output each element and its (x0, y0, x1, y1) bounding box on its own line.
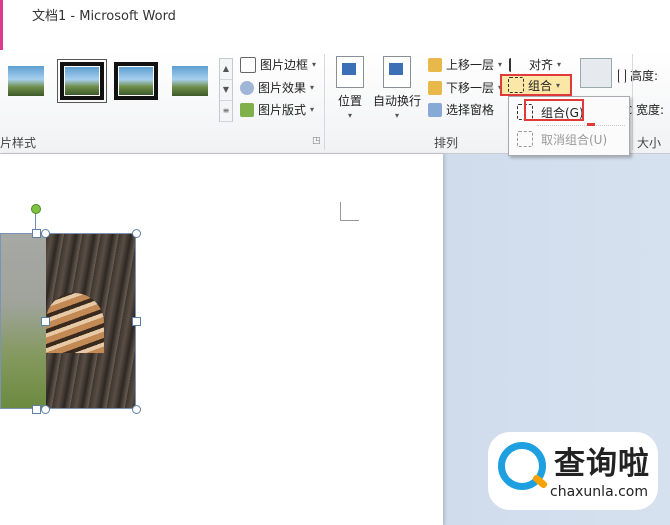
resize-handle[interactable] (132, 405, 141, 414)
selection-pane-button[interactable]: 选择窗格 (428, 101, 494, 118)
resize-handle[interactable] (32, 229, 41, 238)
picture-effects-icon (240, 80, 254, 95)
picture-layout-button[interactable]: 图片版式 ▾ (240, 101, 314, 118)
resize-handle[interactable] (32, 405, 41, 414)
watermark-url: chaxunla.com (550, 484, 648, 500)
style-thumb-1[interactable] (4, 62, 48, 100)
menu-item-ungroup: 取消组合(U) (511, 127, 627, 151)
resize-handle[interactable] (132, 317, 141, 326)
selection-pane-icon (428, 102, 442, 117)
picture-effects-button[interactable]: 图片效果 ▾ (240, 79, 314, 96)
height-icon (618, 68, 626, 83)
align-button[interactable]: 对齐 ▾ (509, 56, 561, 73)
group-label-arrange: 排列 (434, 136, 459, 150)
gallery-down-icon[interactable]: ▼ (220, 80, 232, 101)
ungroup-icon (517, 131, 533, 147)
align-icon (509, 57, 525, 72)
wrap-text-icon (383, 56, 411, 88)
send-backward-icon (428, 80, 442, 95)
resize-handle[interactable] (132, 229, 141, 238)
picture-border-button[interactable]: 图片边框 ▾ (240, 56, 316, 73)
resize-handle[interactable] (41, 229, 50, 238)
bring-forward-button[interactable]: 上移一层 ▾ (428, 56, 502, 73)
selection-border (0, 233, 136, 409)
watermark-text: 查询啦 (554, 446, 650, 482)
window-title: 文档1 - Microsoft Word (32, 9, 176, 24)
watermark: 查询啦 chaxunla.com (488, 432, 658, 510)
crop-icon[interactable] (580, 58, 612, 88)
wrap-text-button[interactable]: 自动换行 ▾ (372, 56, 422, 120)
picture-layout-icon (240, 102, 254, 117)
title-bar: 文档1 - Microsoft Word (0, 0, 670, 50)
group-icon (508, 77, 524, 93)
position-icon (336, 56, 364, 88)
group-button[interactable]: 组合 ▾ (500, 74, 572, 96)
resize-handle[interactable] (41, 405, 50, 414)
picture-border-icon (240, 56, 256, 73)
search-icon-tail (531, 473, 549, 490)
resize-handle[interactable] (41, 317, 50, 326)
gallery-scroll[interactable]: ▲ ▼ ≡ (219, 58, 233, 122)
send-backward-button[interactable]: 下移一层▾ (428, 79, 502, 96)
group-separator (632, 54, 633, 150)
margin-corner-mark (340, 202, 359, 221)
bring-forward-icon (428, 57, 442, 72)
highlight-box (524, 99, 584, 121)
dialog-launcher-icon[interactable]: ◳ (312, 136, 321, 146)
title-accent (0, 0, 3, 50)
group-label-size: 大小 (637, 136, 662, 150)
gallery-more-icon[interactable]: ≡ (220, 101, 232, 122)
group-separator (324, 54, 325, 150)
highlight-mark (587, 123, 595, 126)
style-thumb-2[interactable] (57, 59, 107, 103)
position-button[interactable]: 位置 ▾ (334, 56, 366, 120)
height-field[interactable]: 高度: (618, 67, 658, 84)
style-thumb-3[interactable] (114, 62, 158, 100)
gallery-up-icon[interactable]: ▲ (220, 59, 232, 80)
rotation-handle[interactable] (31, 204, 41, 214)
group-label-picture-styles: 片样式 (0, 136, 37, 150)
style-thumb-4[interactable] (168, 62, 212, 100)
